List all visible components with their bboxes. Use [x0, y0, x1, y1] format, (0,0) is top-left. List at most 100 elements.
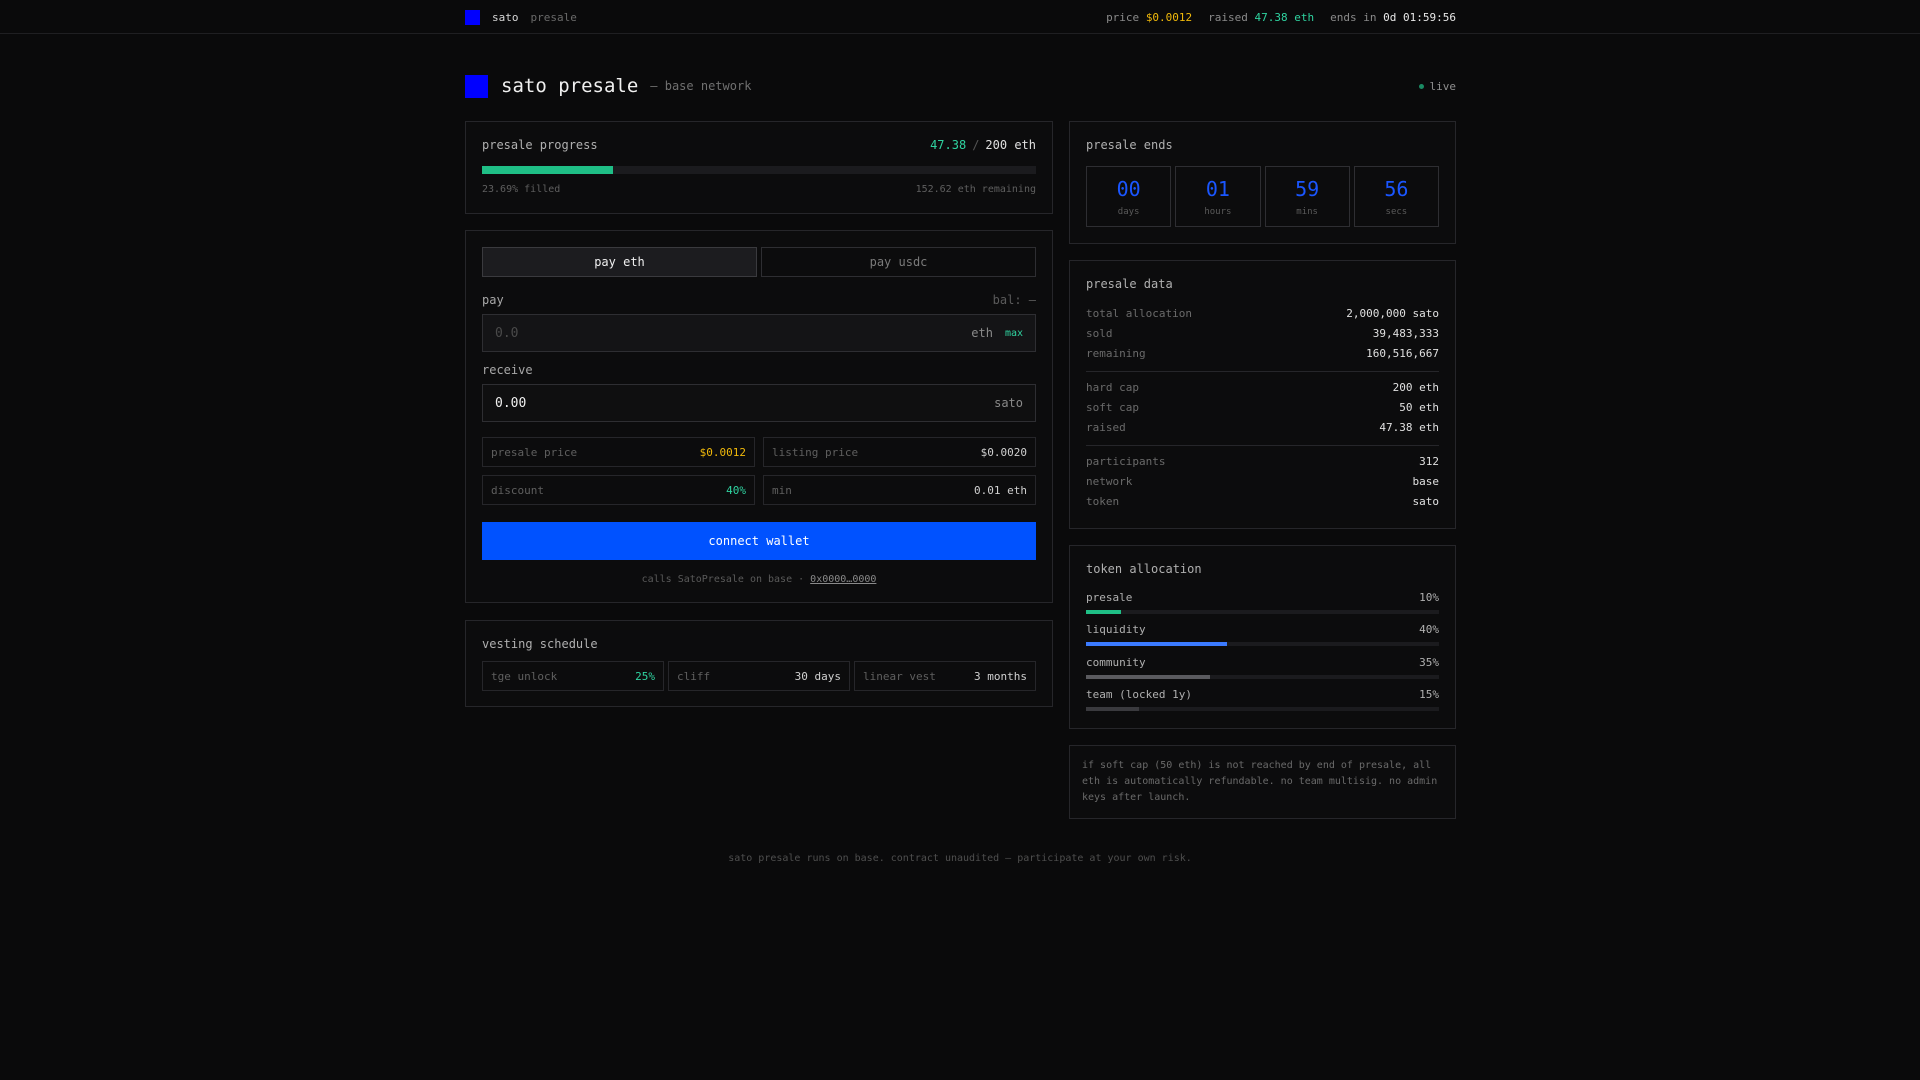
- progress-bar: [482, 166, 1036, 174]
- info-value: $0.0020: [980, 445, 1027, 459]
- data-row: soft cap 50 eth: [1086, 401, 1439, 414]
- vesting-panel: vesting schedule tge unlock 25% cliff 30…: [465, 620, 1053, 707]
- page-header: sato presale — base network live: [465, 68, 1456, 104]
- info-listing-price: listing price $0.0020: [763, 437, 1036, 467]
- receive-value: 0.00: [495, 395, 527, 411]
- allocation-bar-fill: [1086, 610, 1122, 614]
- countdown-number: 01: [1205, 176, 1230, 201]
- brand[interactable]: sato presale: [465, 9, 577, 25]
- live-label: live: [1429, 80, 1457, 93]
- info-key: presale price: [491, 445, 578, 459]
- receive-unit: sato: [994, 396, 1023, 410]
- data-key: remaining: [1086, 347, 1146, 360]
- countdown-days: 00 days: [1086, 166, 1172, 227]
- countdown-title: presale ends: [1086, 138, 1173, 152]
- countdown-hours: 01 hours: [1175, 166, 1261, 227]
- data-value: base: [1412, 475, 1440, 488]
- allocation-pct: 15%: [1419, 688, 1439, 701]
- countdown-label: days: [1117, 206, 1140, 217]
- allocation-name: liquidity: [1086, 623, 1146, 636]
- progress-bar-fill: [482, 166, 614, 174]
- contract-note: calls SatoPresale on base · 0x0000…0000: [466, 574, 1052, 585]
- price-label: price: [1106, 10, 1140, 24]
- presale-progress-panel: presale progress 47.38 / 200 eth 23.69% fi…: [465, 121, 1053, 214]
- ends-label: ends in: [1330, 10, 1377, 24]
- allocation-bar: [1086, 610, 1439, 614]
- allocation-bar-fill: [1086, 675, 1210, 679]
- info-key: listing price: [772, 445, 859, 459]
- page-subtitle: — base network: [650, 79, 752, 93]
- allocation-bar: [1086, 675, 1439, 679]
- data-value: 2,000,000 sato: [1346, 307, 1439, 320]
- data-divider: [1086, 445, 1439, 446]
- data-row: sold 39,483,333: [1086, 327, 1439, 340]
- progress-remaining: 152.62 eth remaining: [915, 184, 1036, 195]
- data-value: 39,483,333: [1372, 327, 1439, 340]
- data-key: network: [1086, 475, 1133, 488]
- receive-field: 0.00 sato: [482, 384, 1036, 422]
- top-price: price $0.0012: [1106, 11, 1192, 24]
- data-key: token: [1086, 495, 1120, 508]
- pay-unit: eth: [971, 326, 993, 340]
- data-row: total allocation 2,000,000 sato: [1086, 307, 1439, 320]
- progress-raised: 47.38: [930, 138, 967, 152]
- allocation-row: presale 10%: [1086, 591, 1439, 604]
- data-key: hard cap: [1086, 381, 1139, 394]
- tab-pay-usdc[interactable]: pay usdc: [761, 247, 1036, 277]
- raised-label: raised: [1208, 10, 1248, 24]
- brand-name: sato: [492, 10, 519, 24]
- allocation-bar: [1086, 642, 1439, 646]
- token-allocation-panel: token allocation presale 10% liquidity 40%…: [1069, 545, 1456, 729]
- vest-key: tge unlock: [491, 669, 558, 683]
- raised-value: 47.38 eth: [1254, 10, 1315, 24]
- data-title: presale data: [1086, 277, 1173, 291]
- data-key: participants: [1086, 455, 1166, 468]
- tab-pay-eth[interactable]: pay eth: [482, 247, 757, 277]
- vest-value: 3 months: [974, 669, 1027, 683]
- pay-tabs: pay eth pay usdc: [482, 247, 1036, 277]
- progress-cap: 200 eth: [985, 138, 1036, 152]
- info-value: $0.0012: [699, 445, 746, 459]
- data-value: sato: [1412, 495, 1440, 508]
- pay-label: pay: [482, 293, 504, 307]
- data-value: 200 eth: [1392, 381, 1439, 394]
- presale-data-panel: presale data total allocation 2,000,000 s…: [1069, 260, 1456, 529]
- data-row: token sato: [1086, 495, 1439, 508]
- page-title: sato presale: [501, 75, 639, 97]
- data-key: soft cap: [1086, 401, 1139, 414]
- allocation-pct: 10%: [1419, 591, 1439, 604]
- countdown-label: mins: [1296, 206, 1318, 217]
- progress-amount: 47.38 / 200 eth: [930, 138, 1036, 152]
- top-bar: sato presale price $0.0012 raised 47.38 …: [0, 0, 1920, 34]
- data-row: raised 47.38 eth: [1086, 421, 1439, 434]
- vest-linear: linear vest 3 months: [854, 661, 1036, 691]
- top-raised: raised 47.38 eth: [1208, 11, 1314, 24]
- pay-input[interactable]: [495, 325, 964, 341]
- countdown-label: hours: [1204, 206, 1232, 217]
- allocation-name: presale: [1086, 591, 1133, 604]
- allocation-pct: 35%: [1419, 656, 1439, 669]
- allocation-row: team (locked 1y) 15%: [1086, 688, 1439, 701]
- balance-text: bal: —: [992, 293, 1036, 307]
- allocation-bar-fill: [1086, 642, 1228, 646]
- allocation-bar-fill: [1086, 707, 1139, 711]
- data-key: raised: [1086, 421, 1126, 434]
- connect-wallet-button[interactable]: connect wallet: [482, 522, 1036, 560]
- countdown-panel: presale ends 00 days 01 hours 59 mins 56…: [1069, 121, 1456, 244]
- info-value: 40%: [726, 483, 746, 497]
- refund-note: if soft cap (50 eth) is not reached by e…: [1069, 745, 1456, 819]
- contract-note-text: calls SatoPresale on base ·: [641, 574, 805, 585]
- contract-address-link[interactable]: 0x0000…0000: [810, 574, 876, 585]
- live-indicator: live: [1418, 80, 1457, 93]
- data-value: 312: [1419, 455, 1439, 468]
- allocation-name: community: [1086, 656, 1146, 669]
- vesting-title: vesting schedule: [482, 637, 598, 651]
- max-button[interactable]: max: [1005, 328, 1023, 339]
- data-divider: [1086, 371, 1439, 372]
- allocation-row: community 35%: [1086, 656, 1439, 669]
- data-row: network base: [1086, 475, 1439, 488]
- countdown-label: secs: [1385, 206, 1408, 217]
- price-info-grid: presale price $0.0012 listing price $0.0…: [482, 437, 1036, 505]
- pay-field: eth max: [482, 314, 1036, 352]
- receive-label: receive: [482, 363, 533, 377]
